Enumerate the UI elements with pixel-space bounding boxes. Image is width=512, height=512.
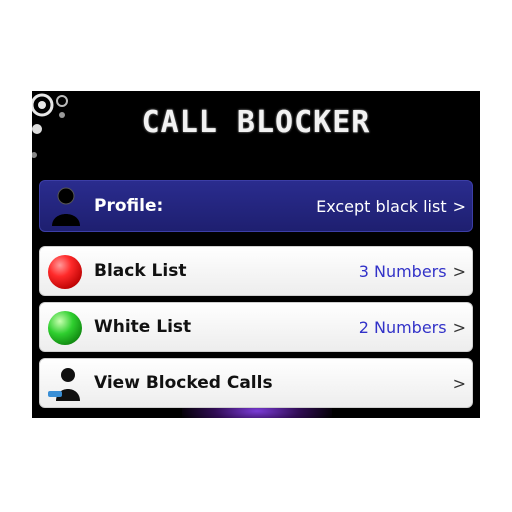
green-ball-icon [44, 305, 88, 349]
app-screen: CALL BLOCKER Profile: Except black list … [32, 91, 480, 418]
white-list-row[interactable]: White List 2 Numbers > [39, 302, 473, 352]
profile-row[interactable]: Profile: Except black list > [39, 180, 473, 232]
black-list-label: Black List [94, 261, 187, 281]
chevron-right-icon: > [452, 373, 466, 393]
red-ball-icon [44, 249, 88, 293]
profile-label: Profile: [94, 196, 164, 216]
white-list-label: White List [94, 317, 192, 337]
green-ball [48, 311, 82, 345]
person-silhouette-icon [44, 184, 88, 228]
chevron-right-icon: > [452, 261, 466, 281]
view-blocked-calls-row[interactable]: View Blocked Calls > [39, 358, 473, 408]
black-list-row[interactable]: Black List 3 Numbers > [39, 246, 473, 296]
red-ball [48, 255, 82, 289]
chevron-right-icon: > [452, 196, 466, 216]
profile-value: Except black list [316, 196, 447, 216]
page-title: CALL BLOCKER [141, 105, 371, 140]
white-list-count: 2 Numbers [358, 317, 447, 337]
view-blocked-calls-label: View Blocked Calls [94, 373, 273, 393]
blocked-person-icon [44, 361, 88, 405]
chevron-right-icon: > [452, 317, 466, 337]
black-list-count: 3 Numbers [358, 261, 447, 281]
